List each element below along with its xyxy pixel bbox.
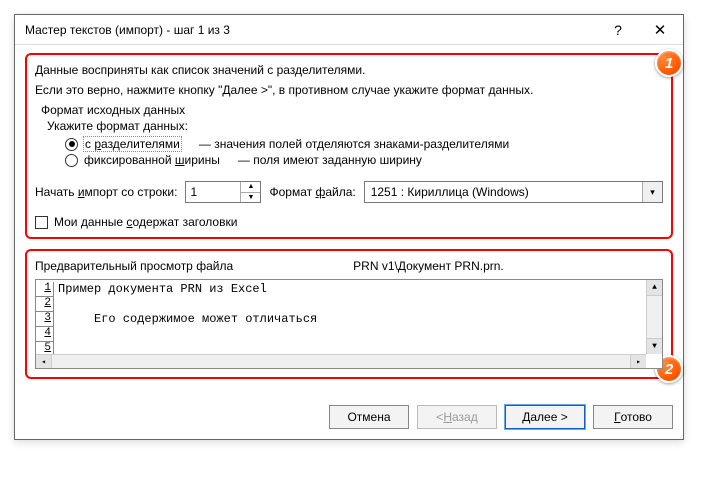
info-line-1: Данные восприняты как список значений с … (35, 63, 663, 77)
start-row-spinner[interactable]: ▲ ▼ (185, 181, 261, 203)
preview-box: 1Пример документа PRN из Excel 2 3 Его с… (35, 279, 663, 369)
preview-row: 3 Его содержимое может отличаться (36, 312, 662, 327)
finish-button[interactable]: Готово (593, 405, 673, 429)
source-format-prompt: Укажите формат данных: (47, 119, 663, 133)
back-button: < Назад (417, 405, 497, 429)
radio-delimited-label: с разделителями (84, 137, 181, 151)
scroll-right-icon[interactable]: ▸ (630, 355, 646, 368)
next-button[interactable]: Далее > (505, 405, 585, 429)
cancel-button[interactable]: Отмена (329, 405, 409, 429)
source-format-group-label: Формат исходных данных (41, 103, 663, 117)
close-button[interactable]: ✕ (639, 16, 681, 44)
radio-fixed-row[interactable]: фиксированной ширины — поля имеют заданн… (65, 153, 663, 167)
info-line-2: Если это верно, нажмите кнопку "Далее >"… (35, 83, 663, 97)
spinner-down-icon[interactable]: ▼ (241, 193, 260, 203)
annotation-badge-1: 1 (655, 49, 683, 77)
headers-checkbox[interactable] (35, 216, 48, 229)
radio-fixed-desc: — поля имеют заданную ширину (238, 153, 422, 167)
radio-delimited[interactable] (65, 138, 78, 151)
radio-delimited-row[interactable]: с разделителями — значения полей отделяю… (65, 137, 663, 151)
radio-fixed[interactable] (65, 154, 78, 167)
import-start-row: Начать импорт со строки: ▲ ▼ Формат файл… (35, 181, 663, 203)
preview-row: 1Пример документа PRN из Excel (36, 282, 662, 297)
dialog-title: Мастер текстов (импорт) - шаг 1 из 3 (25, 23, 597, 37)
close-icon: ✕ (654, 21, 667, 39)
preview-scrollbar-horizontal[interactable]: ◂ ▸ (36, 354, 646, 368)
file-format-value: 1251 : Кириллица (Windows) (365, 185, 642, 199)
annotation-box-1: 1 Данные восприняты как список значений … (25, 53, 673, 239)
scroll-down-icon[interactable]: ▼ (647, 338, 662, 354)
text-import-wizard-dialog: Мастер текстов (импорт) - шаг 1 из 3 ? ✕… (14, 14, 684, 440)
file-format-combo[interactable]: 1251 : Кириллица (Windows) ▾ (364, 181, 663, 203)
preview-row: 4 (36, 327, 662, 342)
spinner-arrows: ▲ ▼ (240, 182, 260, 202)
titlebar: Мастер текстов (импорт) - шаг 1 из 3 ? ✕ (15, 15, 683, 45)
scroll-left-icon[interactable]: ◂ (36, 355, 52, 368)
start-row-input[interactable] (186, 182, 240, 202)
chevron-down-icon[interactable]: ▾ (642, 182, 662, 202)
radio-fixed-label: фиксированной ширины (84, 153, 220, 167)
help-button[interactable]: ? (597, 16, 639, 44)
spinner-up-icon[interactable]: ▲ (241, 182, 260, 193)
preview-scrollbar-vertical[interactable]: ▲ ▼ (646, 280, 662, 354)
radio-delimited-desc: — значения полей отделяются знаками-разд… (199, 137, 509, 151)
headers-checkbox-label: Мои данные содержат заголовки (54, 215, 237, 229)
start-row-label: Начать импорт со строки: (35, 185, 177, 199)
headers-checkbox-row[interactable]: Мои данные содержат заголовки (35, 215, 663, 229)
preview-file-label: Предварительный просмотр файла PRN v1\До… (35, 259, 663, 273)
help-icon: ? (614, 22, 622, 38)
scroll-up-icon[interactable]: ▲ (647, 280, 662, 296)
file-format-label: Формат файла: (269, 185, 355, 199)
dialog-button-row: Отмена < Назад Далее > Готово (15, 401, 683, 439)
annotation-box-2: 2 Предварительный просмотр файла PRN v1\… (25, 249, 673, 379)
preview-row: 2 (36, 297, 662, 312)
